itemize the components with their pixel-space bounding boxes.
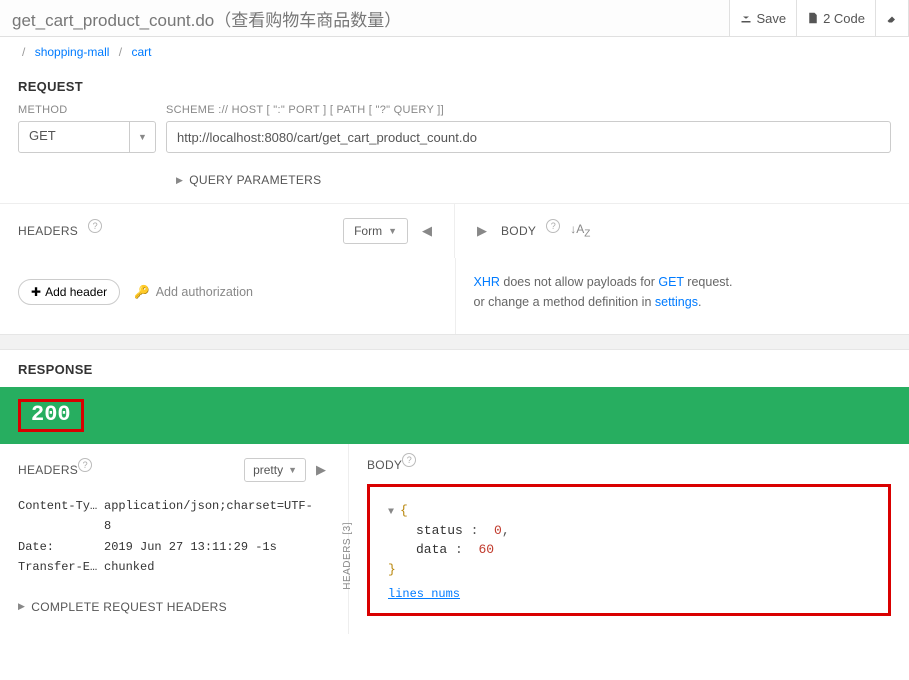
request-body-message: XHR does not allow payloads for GET requ… [455,258,909,334]
status-bar: 200 [0,387,909,444]
response-json-box: ▼ { status : 0, data : 60 } lines nums [367,484,891,616]
settings-link[interactable]: settings [655,295,698,309]
header-row: Content-Typ… application/json;charset=UT… [18,496,318,537]
add-header-label: Add header [45,285,107,299]
request-split-header: HEADERS ? Form ▼ ◀ ▶ BODY ? ↓AZ [0,203,909,258]
code-button[interactable]: 2 Code [797,0,876,36]
top-actions: Save 2 Code [730,0,909,36]
headers-label: HEADERS [18,224,78,238]
header-key: Content-Typ… [18,496,104,537]
method-value: GET [19,122,129,152]
expand-right-icon[interactable]: ▶ [473,223,491,239]
help-icon[interactable]: ? [88,219,102,233]
url-input[interactable] [166,121,891,153]
breadcrumb-shopping-mall[interactable]: shopping-mall [35,45,110,59]
method-label: METHOD [18,104,156,116]
response-body-bar: BODY ? [367,458,891,472]
headers-count-label: HEADERS [3] [342,522,353,590]
request-row: METHOD GET ▼ SCHEME :// HOST [ ":" PORT … [0,104,909,165]
help-icon[interactable]: ? [546,219,560,233]
form-dropdown[interactable]: Form ▼ [343,218,408,244]
triangle-right-icon: ▶ [176,175,183,186]
header-value: 2019 Jun 27 13:11:29 -1s [104,537,318,557]
save-button[interactable]: Save [730,0,797,36]
request-split-body: ✚ Add header 🔑 Add authorization XHR doe… [0,258,909,334]
form-label: Form [354,224,382,238]
expand-right-icon[interactable]: ▶ [312,462,330,478]
breadcrumb-sep: / [119,45,122,59]
add-header-button[interactable]: ✚ Add header [18,279,120,305]
request-section-title: REQUEST [0,67,909,104]
collapse-toggle-icon[interactable]: ▼ [388,507,394,518]
lines-nums-link[interactable]: lines nums [388,585,870,603]
status-code: 200 [31,402,71,427]
url-column: SCHEME :// HOST [ ":" PORT ] [ PATH [ "?… [166,104,891,153]
key-icon: 🔑 [134,285,150,300]
breadcrumb-root: / [22,45,25,59]
header-value: application/json;charset=UTF-8 [104,496,318,537]
query-parameters-toggle[interactable]: ▶ QUERY PARAMETERS [0,165,909,203]
method-caret: ▼ [129,122,155,152]
json-open-brace: { [400,503,408,518]
header-key: Transfer-En… [18,557,104,577]
caret-down-icon: ▼ [288,465,297,475]
request-title-input[interactable] [0,0,730,36]
json-line: data : 60 [388,540,870,560]
response-headers-table: Content-Typ… application/json;charset=UT… [18,496,348,578]
header-key: Date: [18,537,104,557]
get-link[interactable]: GET [658,275,683,289]
add-authorization-button[interactable]: 🔑 Add authorization [134,285,253,300]
json-close-brace: } [388,562,396,577]
response-row: HEADERS ? pretty ▼ ▶ HEADERS [3] Content… [0,444,909,634]
complete-request-headers-toggle[interactable]: ▶ COMPLETE REQUEST HEADERS [18,578,348,620]
section-divider [0,334,909,350]
collapse-left-icon[interactable]: ◀ [418,223,436,239]
response-body-panel: BODY ? ▼ { status : 0, data : 60 } lines … [348,444,909,634]
header-row: Transfer-En… chunked [18,557,318,577]
query-params-label: QUERY PARAMETERS [189,173,321,187]
pretty-dropdown[interactable]: pretty ▼ [244,458,306,482]
header-value: chunked [104,557,318,577]
help-icon[interactable]: ? [78,458,92,472]
method-column: METHOD GET ▼ [18,104,156,153]
breadcrumb: / shopping-mall / cart [0,37,909,67]
plus-icon: ✚ [31,285,41,299]
method-select[interactable]: GET ▼ [18,121,156,153]
complete-headers-label: COMPLETE REQUEST HEADERS [31,600,227,614]
status-highlight-box: 200 [18,399,84,432]
add-auth-label: Add authorization [156,285,253,299]
json-line: status : 0, [388,521,870,541]
xhr-link[interactable]: XHR [474,275,500,289]
pretty-label: pretty [253,463,283,477]
sort-icon[interactable]: ↓AZ [570,222,590,239]
eraser-button[interactable] [876,0,909,36]
download-icon [740,12,752,24]
caret-down-icon: ▼ [388,226,397,236]
request-headers-body: ✚ Add header 🔑 Add authorization [0,258,455,334]
save-label: Save [756,11,786,26]
scheme-label: SCHEME :// HOST [ ":" PORT ] [ PATH [ "?… [166,104,891,116]
header-row: Date: 2019 Jun 27 13:11:29 -1s [18,537,318,557]
caret-down-icon: ▼ [138,132,147,142]
response-section-title: RESPONSE [0,350,909,387]
file-icon [807,12,819,24]
body-label: BODY [501,224,536,238]
headers-label: HEADERS [18,463,78,477]
help-icon[interactable]: ? [402,453,416,467]
breadcrumb-cart[interactable]: cart [131,45,151,59]
body-label: BODY [367,458,402,472]
response-headers-panel: HEADERS ? pretty ▼ ▶ HEADERS [3] Content… [0,444,348,634]
eraser-icon [886,12,898,24]
request-body-bar: ▶ BODY ? ↓AZ [454,204,909,258]
response-headers-bar: HEADERS ? pretty ▼ ▶ [18,458,348,482]
code-label: 2 Code [823,11,865,26]
top-bar: Save 2 Code [0,0,909,37]
triangle-right-icon: ▶ [18,601,25,612]
request-headers-bar: HEADERS ? Form ▼ ◀ [0,204,454,258]
